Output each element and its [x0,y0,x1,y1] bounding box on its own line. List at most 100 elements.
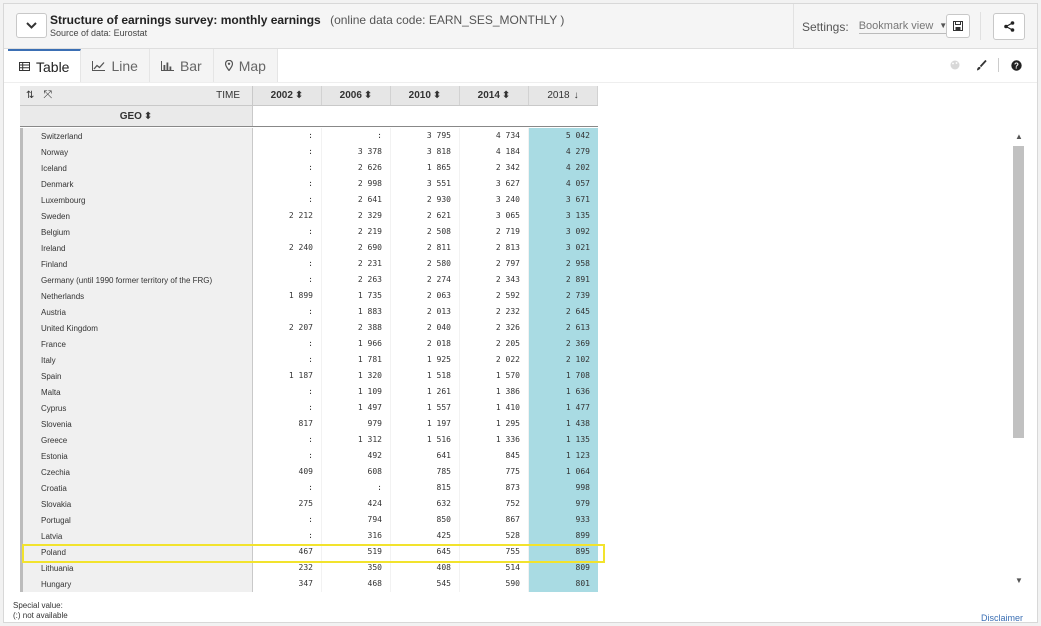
year-header-2014[interactable]: 2014 ⬍ [460,86,529,105]
chevron-down-icon [26,22,37,29]
scrollbar-thumb[interactable] [1013,146,1024,438]
table-cell: 899 [529,528,598,544]
swap-axes-icon[interactable]: ⇅ [26,90,34,101]
tab-table[interactable]: Table [8,49,82,82]
year-header-2010[interactable]: 2010 ⬍ [391,86,460,105]
table-cell: 979 [529,496,598,512]
table-row: Lithuania 232 350 408 514 809 [20,560,598,576]
table-corner: ⇅ ⤧ TIME [20,86,253,105]
table-row: Netherlands 1 899 1 735 2 063 2 592 2 739 [20,288,598,304]
table-cell: 424 [322,496,391,512]
row-geo-label: Iceland [20,160,253,176]
table-row: Hungary 347 468 545 590 801 [20,576,598,592]
table-cell: : [253,272,322,288]
row-geo-label: Germany (until 1990 former territory of … [20,272,253,288]
table-cell: 590 [460,576,529,592]
bar-chart-icon [160,60,174,71]
table-cell: 1 135 [529,432,598,448]
table-cell: : [253,512,322,528]
table-cell: 2 274 [391,272,460,288]
table-cell: 232 [253,560,322,576]
table-cell: 2 207 [253,320,322,336]
bookmark-view-select[interactable]: Bookmark view ▼ [858,20,948,34]
row-geo-label: Ireland [20,240,253,256]
table-cell: 2 388 [322,320,391,336]
table-cell: 514 [460,560,529,576]
table-row: Italy:1 781 1 925 2 022 2 102 [20,352,598,368]
special-value-label: Special value: [13,601,63,610]
row-geo-label: Portugal [20,512,253,528]
tab-bar[interactable]: Bar [149,49,214,82]
row-geo-label: Cyprus [20,400,253,416]
share-button[interactable] [993,13,1025,40]
table-cell: 1 386 [460,384,529,400]
table-cell: 815 [391,480,460,496]
table-cell: 1 064 [529,464,598,480]
brush-icon[interactable] [968,59,994,71]
row-geo-label: Croatia [20,480,253,496]
expand-icon[interactable]: ⤧ [43,89,52,102]
palette-icon[interactable] [942,60,968,70]
table-cell: 2 641 [322,192,391,208]
table-row: Ireland 2 240 2 690 2 811 2 813 3 021 [20,240,598,256]
sort-both-icon: ⬍ [363,90,373,101]
time-header-row: ⇅ ⤧ TIME 2002 ⬍ 2006 ⬍ 2010 ⬍ 2014 ⬍ 2018 ↓ [20,86,598,106]
table-cell: 2 739 [529,288,598,304]
table-cell: 492 [322,448,391,464]
table-row: Slovakia 275 424 632 752 979 [20,496,598,512]
table-cell: 467 [253,544,322,560]
table-cell: 1 883 [322,304,391,320]
table-cell: 519 [322,544,391,560]
disclaimer-link[interactable]: Disclaimer [981,613,1023,623]
scroll-down-icon[interactable]: ▼ [1015,576,1023,585]
source-value: Eurostat [113,28,148,38]
table-cell: 867 [460,512,529,528]
table-cell: 2 022 [460,352,529,368]
table-cell: 1 123 [529,448,598,464]
table-cell: 4 734 [460,128,529,144]
row-geo-label: Czechia [20,464,253,480]
year-header-2006[interactable]: 2006 ⬍ [322,86,391,105]
table-cell: 425 [391,528,460,544]
year-header-2018[interactable]: 2018 ↓ [529,86,598,105]
table-cell: 1 187 [253,368,322,384]
sort-both-icon: ⬍ [432,90,442,101]
table-cell: : [253,432,322,448]
scroll-up-icon[interactable]: ▲ [1015,132,1023,141]
table-cell: 1 320 [322,368,391,384]
not-available-note: (:) not available [13,611,68,620]
year-header-2002[interactable]: 2002 ⬍ [253,86,322,105]
table-cell: 850 [391,512,460,528]
tab-line[interactable]: Line [81,49,150,82]
collapse-button[interactable] [16,13,47,38]
row-geo-label: Switzerland [20,128,253,144]
help-icon[interactable]: ? [1003,59,1029,71]
geo-header[interactable]: GEO ⬍ [20,106,253,126]
save-bookmark-button[interactable] [946,14,970,38]
row-geo-label: Lithuania [20,560,253,576]
table-cell: 1 925 [391,352,460,368]
special-values-legend: Special value: (:) not available [13,601,68,621]
table-cell: 2 240 [253,240,322,256]
table-icon [19,62,30,71]
row-geo-label: Austria [20,304,253,320]
table-row: Malta:1 109 1 261 1 386 1 636 [20,384,598,400]
table-cell: 1 477 [529,400,598,416]
table-cell: : [322,480,391,496]
table-cell: 2 930 [391,192,460,208]
dataset-title: Structure of earnings survey: monthly ea… [50,13,321,27]
table-row: Cyprus:1 497 1 557 1 410 1 477 [20,400,598,416]
tab-map[interactable]: Map [213,49,278,82]
table-cell: 1 781 [322,352,391,368]
line-chart-icon [92,60,106,71]
table-cell: 2 263 [322,272,391,288]
row-geo-label: Slovenia [20,416,253,432]
table-cell: 2 690 [322,240,391,256]
row-geo-label: Poland [20,544,253,560]
table-cell: 545 [391,576,460,592]
row-geo-label: Greece [20,432,253,448]
row-geo-label: Netherlands [20,288,253,304]
tab-bar-label: Bar [179,57,202,74]
table-cell: : [253,448,322,464]
row-geo-label: Belgium [20,224,253,240]
